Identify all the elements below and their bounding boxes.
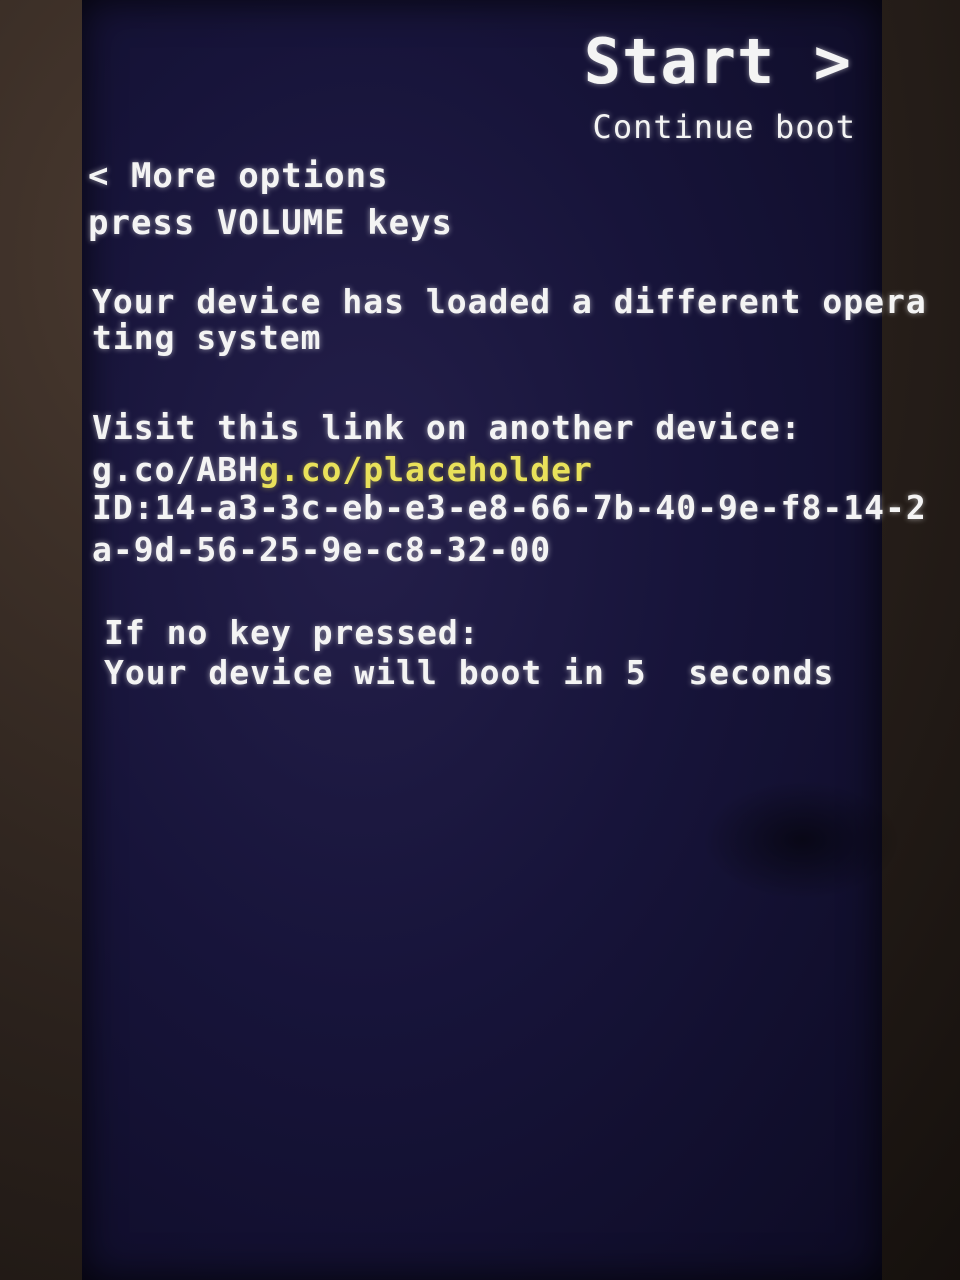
more-options[interactable]: < More options	[88, 157, 389, 195]
volume-hint: press VOLUME keys	[88, 203, 453, 243]
warning-line-1: Your device has loaded a different opera	[92, 282, 927, 321]
screen-reflection	[702, 780, 902, 900]
visit-link-label: Visit this link on another device:	[92, 408, 802, 447]
link-prefix: g.co/ABH	[92, 450, 259, 489]
bootloader-screen: Start > Continue boot < More options pre…	[82, 0, 926, 1280]
countdown-message: Your device will boot in 5 seconds	[104, 653, 835, 692]
start-option[interactable]: Start >	[584, 27, 852, 96]
warning-line-2: ting system	[92, 318, 322, 358]
device-id-line-2: a-9d-56-25-9e-c8-32-00	[92, 530, 552, 569]
info-link: g.co/ABHg.co/placeholder	[92, 450, 593, 489]
start-subtitle: Continue boot	[592, 108, 856, 146]
device-id-line-1: ID:14-a3-3c-eb-e3-e8-66-7b-40-9e-f8-14-2	[92, 488, 927, 527]
countdown-label: If no key pressed:	[104, 613, 480, 652]
link-url: g.co/placeholder	[258, 450, 593, 489]
warning-message: Your device has loaded a different opera…	[92, 282, 927, 358]
device-frame: Start > Continue boot < More options pre…	[0, 0, 960, 1280]
